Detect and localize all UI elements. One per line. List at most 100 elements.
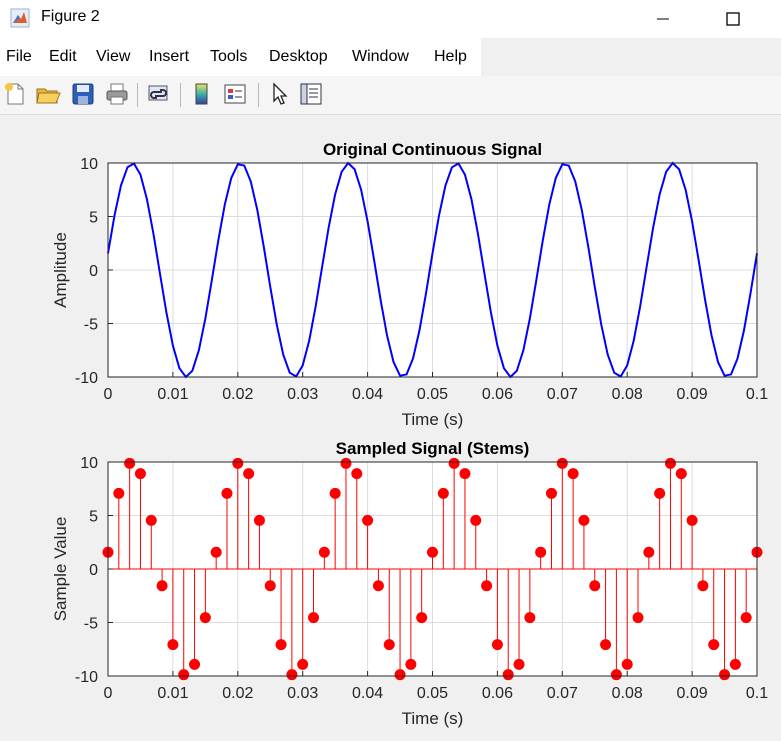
window-titlebar: Figure 2: [0, 0, 781, 38]
x-tick-label: 0.01: [157, 685, 188, 702]
y-axis-label: Sample Value: [51, 517, 70, 622]
stem-marker: [167, 639, 179, 651]
maximize-button[interactable]: [710, 0, 756, 38]
figure-toolbar: [0, 76, 781, 115]
y-tick-label: 10: [80, 455, 98, 472]
select-arrow-icon[interactable]: [266, 81, 292, 107]
stem-marker: [578, 514, 590, 526]
x-axis-label: Time (s): [402, 709, 464, 728]
stem-marker: [394, 669, 406, 681]
chart-title: Sampled Signal (Stems): [336, 439, 530, 458]
stem-marker: [654, 487, 666, 499]
colorbar-icon[interactable]: [189, 81, 215, 107]
stem-marker: [524, 612, 536, 624]
toolbar-separator: [137, 83, 138, 107]
maximize-icon: [726, 12, 740, 26]
x-tick-label: 0.04: [352, 386, 383, 403]
x-tick-label: 0: [104, 386, 113, 403]
stem-marker: [329, 487, 341, 499]
stem-marker: [416, 612, 428, 624]
menu-file[interactable]: File: [6, 48, 32, 66]
stem-marker: [264, 580, 276, 592]
stem-marker: [556, 457, 568, 469]
x-tick-label: 0.03: [287, 685, 318, 702]
stem-marker: [708, 639, 720, 651]
menu-view[interactable]: View: [96, 48, 130, 66]
x-tick-label: 0.09: [677, 685, 708, 702]
stem-marker: [221, 487, 233, 499]
x-tick-label: 0.04: [352, 685, 383, 702]
stem-marker: [437, 487, 449, 499]
stem-marker: [632, 612, 644, 624]
axes-top[interactable]: 0 0.01 0.02 0.03 0.04 0.05 0.06 0.07 0.08 0.09 0.1…: [51, 140, 768, 429]
stem-marker: [308, 612, 320, 624]
figure-canvas: 0 0.01 0.02 0.03 0.04 0.05 0.06 0.07 0.08 0.09 0.1…: [0, 115, 781, 736]
menu-tools[interactable]: Tools: [210, 48, 247, 66]
chart-title: Original Continuous Signal: [323, 140, 542, 159]
stem-marker: [145, 514, 157, 526]
stem-marker: [675, 468, 687, 480]
x-tick-label: 0.07: [547, 386, 578, 403]
y-tick-label: -10: [75, 370, 98, 387]
y-tick-label: 5: [89, 210, 98, 227]
x-tick-label: 0.01: [157, 386, 188, 403]
y-tick-label: 0: [89, 562, 98, 579]
stem-marker: [124, 457, 136, 469]
plots-svg: 0 0.01 0.02 0.03 0.04 0.05 0.06 0.07 0.08 0.09 0.1…: [51, 140, 768, 728]
stem-marker: [243, 468, 255, 480]
stem-marker: [232, 457, 244, 469]
y-tick-label: -5: [84, 317, 98, 334]
x-tick-label: 0.06: [482, 386, 513, 403]
legend-icon[interactable]: [222, 81, 248, 107]
stem-marker: [513, 658, 525, 670]
stem-marker: [740, 612, 752, 624]
open-file-icon[interactable]: [35, 81, 61, 107]
x-tick-label: 0.05: [417, 386, 448, 403]
stem-marker: [189, 658, 201, 670]
stem-marker: [459, 468, 471, 480]
link-plot-icon[interactable]: [146, 81, 172, 107]
stem-marker: [719, 669, 731, 681]
stem-marker: [729, 658, 741, 670]
stem-marker: [535, 546, 547, 558]
new-figure-icon[interactable]: [2, 81, 28, 107]
stem-marker: [600, 639, 612, 651]
stem-marker: [491, 639, 503, 651]
stem-marker: [318, 546, 330, 558]
stem-marker: [362, 514, 374, 526]
y-tick-label: -10: [75, 669, 98, 686]
x-tick-label: 0.1: [746, 685, 768, 702]
menu-bar: File Edit View Insert Tools Desktop Wind…: [0, 38, 481, 76]
property-inspector-icon[interactable]: [298, 81, 324, 107]
y-axis-label: Amplitude: [51, 232, 70, 308]
x-tick-label: 0.05: [417, 685, 448, 702]
stem-marker: [286, 669, 298, 681]
matlab-logo-icon: [10, 8, 30, 28]
menu-help[interactable]: Help: [434, 48, 467, 66]
stem-marker: [664, 457, 676, 469]
menu-insert[interactable]: Insert: [149, 48, 189, 66]
save-icon[interactable]: [70, 81, 96, 107]
stem-marker: [567, 468, 579, 480]
stem-marker: [470, 514, 482, 526]
x-tick-label: 0.08: [612, 386, 643, 403]
stem-marker: [178, 669, 190, 681]
stem-marker: [351, 468, 363, 480]
minimize-button[interactable]: [640, 0, 686, 38]
stem-marker: [610, 669, 622, 681]
stem-marker: [340, 457, 352, 469]
stem-marker: [448, 457, 460, 469]
y-tick-label: 10: [80, 156, 98, 173]
menu-edit[interactable]: Edit: [49, 48, 77, 66]
x-axis-label: Time (s): [402, 410, 464, 429]
stem-marker: [210, 546, 222, 558]
stem-marker: [199, 612, 211, 624]
y-tick-labels: 10 5 0 -5 -10: [75, 455, 113, 686]
menu-desktop[interactable]: Desktop: [269, 48, 328, 66]
stem-marker: [113, 487, 125, 499]
x-tick-label: 0.03: [287, 386, 318, 403]
stem-marker: [383, 639, 395, 651]
print-icon[interactable]: [104, 81, 130, 107]
menu-window[interactable]: Window: [352, 48, 409, 66]
axes-bottom[interactable]: 0 0.01 0.02 0.03 0.04 0.05 0.06 0.07 0.08 0.09 0.1…: [51, 439, 768, 728]
